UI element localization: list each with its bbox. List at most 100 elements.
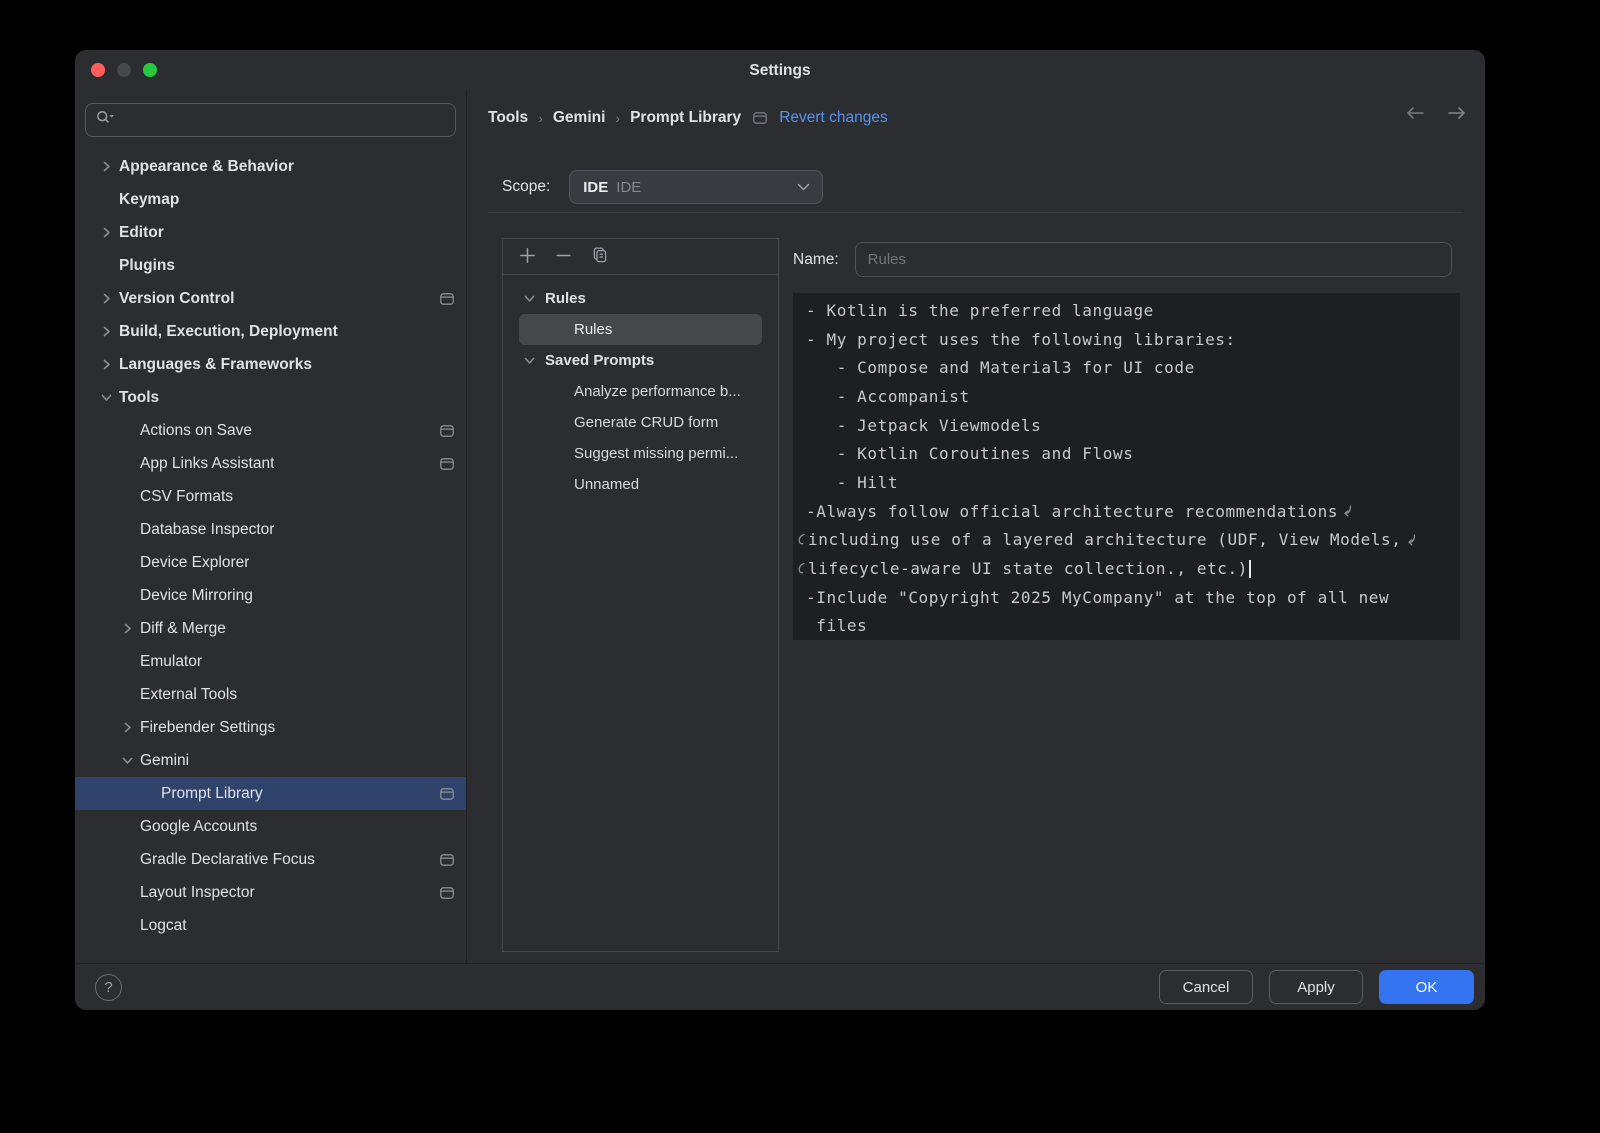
- breadcrumb-item-tools[interactable]: Tools: [488, 109, 528, 127]
- prompt-item-generate-crud-form[interactable]: Generate CRUD form: [503, 407, 778, 438]
- history-navigation: [1405, 106, 1467, 120]
- sidebar-item-device-explorer[interactable]: Device Explorer: [75, 546, 466, 579]
- sidebar-item-build-execution-deployment[interactable]: Build, Execution, Deployment: [75, 315, 466, 348]
- chevron-down-icon[interactable]: [100, 391, 119, 404]
- remove-prompt-button[interactable]: [555, 247, 572, 267]
- editor-line-text: - Kotlin is the preferred language: [806, 301, 1154, 320]
- chevron-right-icon[interactable]: [100, 292, 119, 305]
- desktop-background: Settings Appearance & Behavior KeymapEdit…: [0, 0, 1600, 1133]
- breadcrumb-separator: ›: [615, 110, 620, 126]
- sidebar-item-diff-merge[interactable]: Diff & Merge: [75, 612, 466, 645]
- editor-line-text: - Kotlin Coroutines and Flows: [806, 444, 1133, 463]
- editor-line-text: -Always follow official architecture rec…: [806, 502, 1338, 521]
- sidebar-item-label: Prompt Library: [161, 785, 263, 803]
- editor-line-text: - Jetpack Viewmodels: [806, 416, 1041, 435]
- modified-indicator-icon: [440, 293, 454, 305]
- add-prompt-button[interactable]: [519, 247, 536, 267]
- plus-icon: [519, 247, 536, 267]
- forward-arrow-icon[interactable]: [1447, 106, 1467, 120]
- prompt-tree: Rules Rules Saved Prompts Analyze performan…: [503, 275, 778, 500]
- sidebar-item-logcat[interactable]: Logcat: [75, 909, 466, 942]
- prompt-item-label: Suggest missing permi...: [574, 445, 738, 462]
- chevron-right-icon[interactable]: [100, 358, 119, 371]
- sidebar-item-csv-formats[interactable]: CSV Formats: [75, 480, 466, 513]
- sidebar-item-label: Device Explorer: [140, 554, 249, 572]
- prompt-item-rules[interactable]: Rules: [519, 314, 762, 345]
- breadcrumb-item-prompt-library[interactable]: Prompt Library: [630, 109, 741, 127]
- chevron-down-icon[interactable]: [523, 292, 536, 305]
- minimize-button[interactable]: [117, 63, 131, 77]
- prompt-item-unnamed[interactable]: Unnamed: [503, 469, 778, 500]
- sidebar-item-version-control[interactable]: Version Control: [75, 282, 466, 315]
- search-icon: [96, 110, 115, 130]
- cancel-button[interactable]: Cancel: [1159, 970, 1253, 1004]
- sidebar-item-prompt-library[interactable]: Prompt Library: [75, 777, 466, 810]
- editor-line: lifecycle-aware UI state collection., et…: [806, 554, 1454, 583]
- sidebar-item-appearance-behavior[interactable]: Appearance & Behavior: [75, 150, 466, 183]
- close-button[interactable]: [91, 63, 105, 77]
- sidebar-item-gemini[interactable]: Gemini: [75, 744, 466, 777]
- editor-line-text: files: [806, 616, 867, 635]
- sidebar-item-label: Emulator: [140, 653, 202, 671]
- apply-button[interactable]: Apply: [1269, 970, 1363, 1004]
- sidebar-item-external-tools[interactable]: External Tools: [75, 678, 466, 711]
- settings-window: Settings Appearance & Behavior KeymapEdit…: [75, 50, 1485, 1010]
- prompt-name-input[interactable]: [855, 242, 1452, 277]
- chevron-right-icon[interactable]: [100, 160, 119, 173]
- sidebar-item-firebender-settings[interactable]: Firebender Settings: [75, 711, 466, 744]
- scope-dropdown[interactable]: IDE IDE: [569, 170, 823, 204]
- sidebar-item-layout-inspector[interactable]: Layout Inspector: [75, 876, 466, 909]
- chevron-down-icon[interactable]: [523, 354, 536, 367]
- prompt-group-rules[interactable]: Rules: [503, 283, 778, 314]
- sidebar-item-device-mirroring[interactable]: Device Mirroring: [75, 579, 466, 612]
- sidebar-item-database-inspector[interactable]: Database Inspector: [75, 513, 466, 546]
- text-cursor: [1249, 560, 1251, 578]
- sidebar-item-label: Plugins: [119, 257, 175, 275]
- editor-line: - Jetpack Viewmodels: [806, 411, 1454, 440]
- settings-tree: Appearance & Behavior KeymapEditor Plugins…: [75, 150, 466, 963]
- sidebar-item-app-links-assistant[interactable]: App Links Assistant: [75, 447, 466, 480]
- editor-line: - Hilt: [806, 468, 1454, 497]
- sidebar-item-keymap[interactable]: Keymap: [75, 183, 466, 216]
- sidebar-item-actions-on-save[interactable]: Actions on Save: [75, 414, 466, 447]
- sidebar-item-tools[interactable]: Tools: [75, 381, 466, 414]
- prompt-group-label: Saved Prompts: [545, 352, 654, 369]
- prompt-group-saved-prompts[interactable]: Saved Prompts: [503, 345, 778, 376]
- chevron-down-icon: [796, 182, 811, 192]
- sidebar-item-languages-frameworks[interactable]: Languages & Frameworks: [75, 348, 466, 381]
- sidebar-item-gradle-declarative-focus[interactable]: Gradle Declarative Focus: [75, 843, 466, 876]
- chevron-right-icon[interactable]: [121, 622, 140, 635]
- back-arrow-icon[interactable]: [1405, 106, 1425, 120]
- sidebar-item-google-accounts[interactable]: Google Accounts: [75, 810, 466, 843]
- chevron-right-icon[interactable]: [100, 226, 119, 239]
- settings-content: Tools›Gemini›Prompt Library Revert chang…: [467, 90, 1485, 963]
- window-title: Settings: [75, 50, 1485, 92]
- sidebar-item-emulator[interactable]: Emulator: [75, 645, 466, 678]
- chevron-down-icon[interactable]: [121, 754, 140, 767]
- prompt-name-row: Name:: [793, 242, 1452, 277]
- modified-indicator-icon: [440, 458, 454, 470]
- chevron-right-icon[interactable]: [121, 721, 140, 734]
- prompt-item-label: Rules: [574, 321, 612, 338]
- prompt-text-editor[interactable]: - Kotlin is the preferred language- My p…: [793, 293, 1460, 640]
- breadcrumb-item-gemini[interactable]: Gemini: [553, 109, 606, 127]
- search-input[interactable]: [122, 112, 445, 129]
- settings-search[interactable]: [85, 103, 456, 137]
- sidebar-item-label: Appearance & Behavior: [119, 158, 294, 176]
- help-button[interactable]: ?: [95, 974, 122, 1001]
- ok-button[interactable]: OK: [1379, 970, 1474, 1004]
- revert-changes-link[interactable]: Revert changes: [779, 109, 888, 127]
- sidebar-item-label: Database Inspector: [140, 521, 274, 539]
- prompt-item-label: Generate CRUD form: [574, 414, 718, 431]
- zoom-button[interactable]: [143, 63, 157, 77]
- sidebar-item-plugins[interactable]: Plugins: [75, 249, 466, 282]
- editor-line: -Include "Copyright 2025 MyCompany" at t…: [806, 583, 1454, 612]
- chevron-right-icon[interactable]: [100, 325, 119, 338]
- duplicate-prompt-button[interactable]: [591, 246, 609, 267]
- sidebar-item-editor[interactable]: Editor: [75, 216, 466, 249]
- editor-line-text: - Hilt: [806, 473, 898, 492]
- prompt-item-label: Analyze performance b...: [574, 383, 741, 400]
- prompt-item-analyze-performance-b[interactable]: Analyze performance b...: [503, 376, 778, 407]
- settings-sidebar: Appearance & Behavior KeymapEditor Plugins…: [75, 90, 467, 963]
- prompt-item-suggest-missing-permi[interactable]: Suggest missing permi...: [503, 438, 778, 469]
